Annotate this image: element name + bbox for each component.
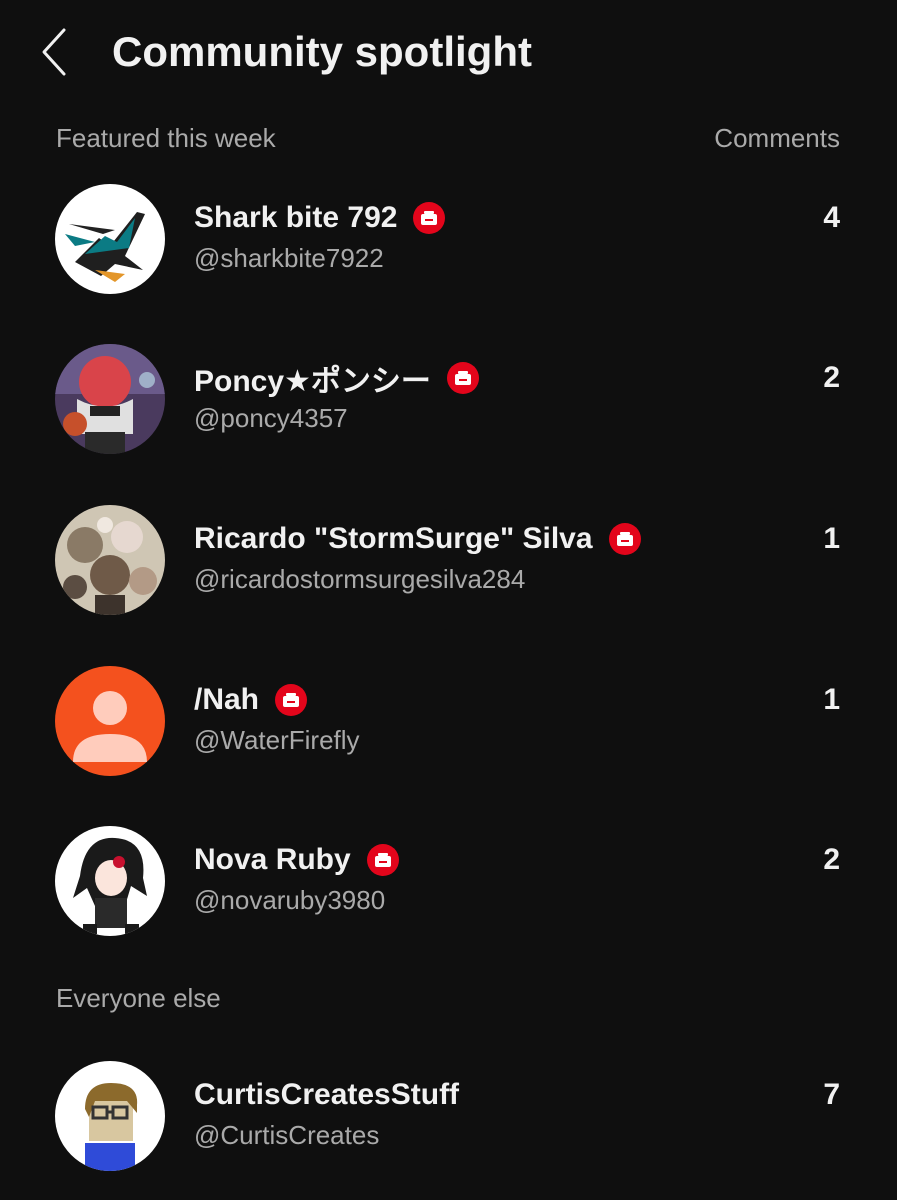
member-name: CurtisCreatesStuff — [194, 1078, 460, 1111]
comment-count: 1 — [823, 522, 840, 555]
member-badge-icon — [413, 202, 446, 234]
member-name: /Nah — [194, 683, 260, 716]
avatar — [55, 344, 165, 454]
comment-count: 2 — [823, 843, 840, 876]
member-row[interactable]: Ricardo "StormSurge" Silva @ricardostorm… — [0, 481, 897, 621]
member-handle: @poncy4357 — [194, 403, 348, 433]
member-handle: @CurtisCreates — [194, 1120, 380, 1150]
member-handle: @sharkbite7922 — [194, 243, 384, 273]
avatar — [55, 505, 165, 615]
avatar — [55, 1061, 165, 1171]
avatar — [55, 184, 165, 294]
member-name: Ricardo "StormSurge" Silva — [194, 522, 593, 555]
member-row[interactable]: Poncy★ポンシー @poncy4357 2 — [0, 320, 897, 460]
member-badge-icon — [275, 684, 308, 716]
member-badge-icon — [446, 362, 479, 394]
comment-count: 2 — [823, 361, 840, 394]
header: Community spotlight — [0, 0, 897, 104]
member-handle: @ricardostormsurgesilva284 — [194, 564, 526, 594]
comment-count: 4 — [823, 201, 840, 234]
section-label-everyone-else: Everyone else — [56, 983, 221, 1013]
member-row[interactable]: Shark bite 792 @sharkbite7922 4 — [0, 160, 897, 300]
comment-count: 1 — [823, 683, 840, 716]
member-name: Nova Ruby — [194, 843, 351, 876]
member-name: Poncy★ポンシー — [194, 365, 431, 398]
back-button[interactable] — [34, 24, 74, 80]
member-handle: @WaterFirefly — [194, 725, 360, 755]
member-handle: @novaruby3980 — [194, 885, 386, 915]
member-row[interactable]: CurtisCreatesStuff @CurtisCreates 7 — [0, 1037, 897, 1177]
member-row[interactable]: /Nah @WaterFirefly 1 — [0, 642, 897, 782]
page-title: Community spotlight — [112, 28, 532, 75]
member-name: Shark bite 792 — [194, 201, 398, 234]
member-badge-icon — [366, 844, 399, 876]
chevron-left-icon — [42, 28, 66, 76]
comment-count: 7 — [823, 1078, 840, 1111]
member-badge-icon — [608, 523, 641, 555]
comments-column-label: Comments — [714, 123, 840, 153]
avatar — [55, 826, 165, 936]
section-label-featured: Featured this week — [56, 123, 276, 153]
default-avatar — [55, 666, 165, 776]
member-row[interactable]: Nova Ruby @novaruby3980 2 — [0, 802, 897, 942]
